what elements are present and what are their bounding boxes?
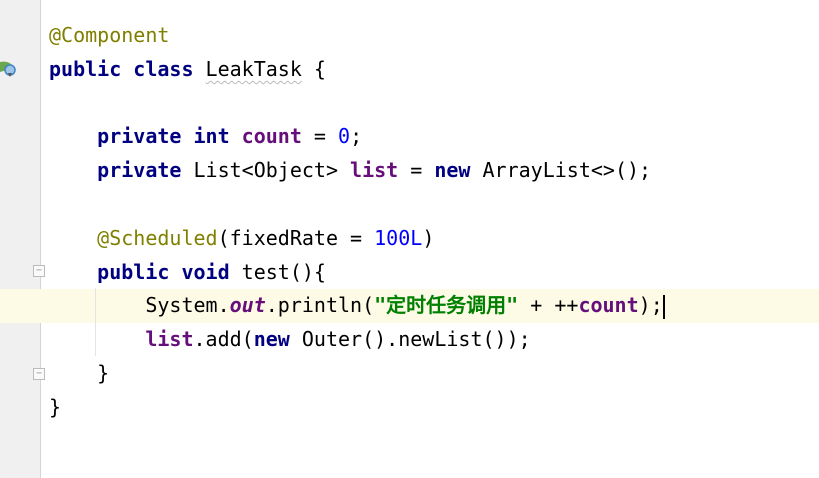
code-token: );: [638, 293, 663, 318]
code-line[interactable]: System.out.println("定时任务调用" + ++count);: [49, 289, 665, 323]
code-token: }: [49, 394, 62, 419]
code-token: .add(: [193, 327, 254, 352]
code-token: list: [350, 158, 399, 183]
text-cursor: [662, 294, 665, 319]
code-token: List<Object>: [193, 158, 351, 183]
code-token: count: [578, 293, 639, 318]
code-token: ;: [350, 124, 363, 149]
code-token: private: [97, 158, 194, 183]
code-line[interactable]: }: [49, 391, 665, 425]
code-line[interactable]: public class LeakTask {: [49, 53, 665, 87]
code-token: @Scheduled: [97, 225, 218, 250]
code-token: "定时任务调用": [374, 293, 519, 318]
code-token: System.: [49, 293, 230, 318]
code-line[interactable]: private int count = 0;: [49, 120, 665, 154]
fold-icon[interactable]: −: [33, 265, 45, 277]
code-token: out: [229, 293, 266, 318]
code-token: new: [253, 327, 302, 352]
code-token: =: [398, 158, 435, 183]
code-token: {: [301, 56, 326, 81]
code-token: (fixedRate =: [217, 225, 375, 250]
code-line[interactable]: @Scheduled(fixedRate = 100L): [49, 222, 665, 256]
code-line[interactable]: list.add(new Outer().newList());: [49, 323, 665, 357]
code-token: 100L: [374, 225, 423, 250]
code-line[interactable]: @Component: [49, 19, 665, 53]
code-token: public void: [97, 259, 242, 284]
code-token: new: [434, 158, 483, 183]
code-line[interactable]: private List<Object> list = new ArrayLis…: [49, 154, 665, 188]
code-token: public class: [49, 56, 206, 81]
code-token: list: [145, 327, 194, 352]
fold-icon[interactable]: −: [33, 368, 45, 380]
code-line[interactable]: }: [49, 357, 665, 391]
code-token: count: [241, 124, 302, 149]
code-token: }: [49, 360, 110, 385]
code-token: ArrayList<>();: [482, 158, 652, 183]
code-token: =: [301, 124, 339, 149]
code-token: Outer().newList());: [301, 327, 531, 352]
code-token: @Component: [49, 23, 170, 47]
code-line[interactable]: [49, 188, 665, 222]
code-token: private int: [97, 124, 242, 149]
code-editor[interactable]: @Component public class LeakTask { privat…: [49, 19, 665, 425]
spring-bean-icon[interactable]: [0, 58, 18, 80]
code-token: LeakTask: [205, 56, 302, 81]
code-token: ): [422, 225, 435, 250]
code-token: + ++: [518, 293, 579, 318]
code-line[interactable]: public void test(){: [49, 256, 665, 290]
code-token: .println(: [265, 293, 375, 318]
code-token: 0: [338, 124, 351, 149]
code-token: test(){: [241, 259, 326, 284]
code-line[interactable]: [49, 87, 665, 121]
